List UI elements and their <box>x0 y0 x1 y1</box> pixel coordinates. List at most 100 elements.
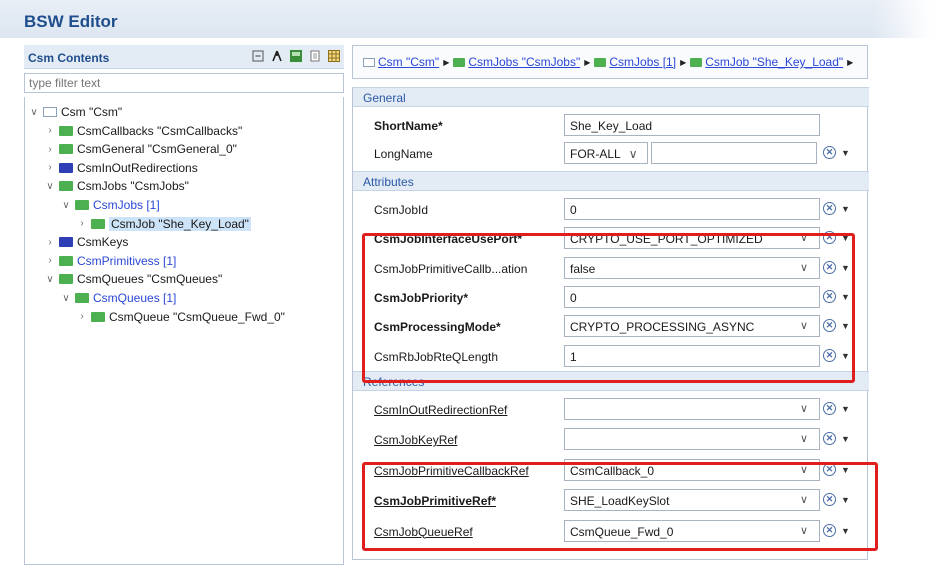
dropdown-arrow-icon[interactable]: ▼ <box>841 465 850 475</box>
reset-icon[interactable]: ✕ <box>823 462 836 476</box>
reset-icon[interactable]: ✕ <box>823 202 836 215</box>
reset-icon[interactable]: ✕ <box>823 402 836 415</box>
collapse-chevron-icon[interactable]: › <box>45 144 55 155</box>
value-select[interactable]: CRYPTO_PROCESSING_ASYNC <box>564 315 820 338</box>
reference-link[interactable]: CsmJobPrimitiveRef* <box>374 494 496 508</box>
reset-icon[interactable]: ✕ <box>823 289 836 303</box>
tree-item[interactable]: › CsmPrimitivess [1] <box>45 252 176 270</box>
collapse-chevron-icon[interactable]: › <box>45 125 55 136</box>
value-select[interactable]: CsmQueue_Fwd_0 <box>564 519 820 542</box>
filter-input[interactable] <box>24 73 344 93</box>
folder-icon <box>59 274 73 285</box>
value-field[interactable]: 0 <box>564 285 820 308</box>
collapse-chevron-icon[interactable]: › <box>45 237 55 248</box>
dropdown-arrow-icon[interactable]: ▼ <box>841 351 850 361</box>
reference-link[interactable]: CsmInOutRedirectionRef <box>374 403 507 417</box>
section-references-label: References <box>363 375 425 389</box>
breadcrumb: Csm "Csm" ▶ CsmJobs "CsmJobs" ▶ CsmJobs [1] ▶… <box>352 45 868 79</box>
reset-icon[interactable]: ✕ <box>823 493 836 507</box>
tree-item[interactable]: › CsmCallbacks "CsmCallbacks" <box>45 122 242 140</box>
tree-item[interactable]: ∨ CsmJobs "CsmJobs" <box>45 177 189 195</box>
folder-icon <box>59 144 73 155</box>
section-attributes[interactable]: Attributes <box>353 171 869 191</box>
chevron-down-icon[interactable]: ∨ <box>800 398 816 420</box>
reset-icon[interactable]: ✕ <box>823 523 836 537</box>
value-select[interactable]: CRYPTO_USE_PORT_OPTIMIZED <box>564 227 820 250</box>
reference-link[interactable]: CsmJobPrimitiveCallbackRef <box>374 464 529 478</box>
tree-item[interactable]: › CsmKeys <box>45 233 128 251</box>
tree-item[interactable]: › CsmJob "She_Key_Load" <box>77 215 251 233</box>
section-references[interactable]: References <box>353 371 869 391</box>
chevron-down-icon[interactable]: ∨ <box>800 315 816 337</box>
collapse-chevron-icon[interactable]: › <box>77 311 87 322</box>
section-general-label: General <box>363 91 406 105</box>
folder-icon <box>91 218 105 229</box>
expand-chevron-icon[interactable]: ∨ <box>45 274 55 285</box>
value-field[interactable]: 0 <box>564 198 820 220</box>
reset-icon[interactable]: ✕ <box>823 319 836 333</box>
tree-item[interactable]: ∨ Csm "Csm" <box>29 103 122 121</box>
reference-link[interactable]: CsmJobQueueRef <box>374 525 473 539</box>
collapse-all-icon[interactable] <box>252 50 264 62</box>
shortname-field[interactable]: She_Key_Load <box>564 114 820 136</box>
longname-language-select[interactable]: FOR-ALL ∨ <box>564 142 648 164</box>
breadcrumb-link[interactable]: CsmJob "She_Key_Load" <box>705 55 843 69</box>
reset-icon[interactable]: ✕ <box>823 260 836 274</box>
chevron-down-icon[interactable]: ∨ <box>800 227 816 249</box>
expand-chevron-icon[interactable]: ∨ <box>61 200 71 211</box>
breadcrumb-link[interactable]: CsmJobs "CsmJobs" <box>468 55 580 69</box>
expand-chevron-icon[interactable]: ∨ <box>61 293 71 304</box>
value-select[interactable] <box>564 398 820 420</box>
value-select[interactable] <box>564 428 820 451</box>
chevron-down-icon[interactable]: ∨ <box>800 489 816 511</box>
value-select[interactable]: CsmCallback_0 <box>564 458 820 481</box>
dropdown-arrow-icon[interactable]: ▼ <box>841 148 850 158</box>
table-view-icon[interactable] <box>328 50 340 62</box>
longname-language-value: FOR-ALL <box>570 147 621 161</box>
reset-icon[interactable]: ✕ <box>823 348 836 362</box>
dropdown-arrow-icon[interactable]: ▼ <box>841 321 850 331</box>
section-general[interactable]: General <box>353 87 869 107</box>
reference-link[interactable]: CsmJobKeyRef <box>374 433 457 447</box>
tree-item[interactable]: › CsmInOutRedirections <box>45 159 197 177</box>
reset-icon[interactable]: ✕ <box>823 146 836 159</box>
tree-item[interactable]: › CsmGeneral "CsmGeneral_0" <box>45 140 237 158</box>
breadcrumb-link[interactable]: Csm "Csm" <box>378 55 439 69</box>
vendor-params-icon[interactable] <box>290 50 302 62</box>
tree-item[interactable]: › CsmQueue "CsmQueue_Fwd_0" <box>77 308 285 326</box>
dropdown-arrow-icon[interactable]: ▼ <box>841 495 850 505</box>
chevron-down-icon[interactable]: ∨ <box>800 459 816 481</box>
collapse-chevron-icon[interactable]: › <box>77 218 87 229</box>
dropdown-arrow-icon[interactable]: ▼ <box>841 526 850 536</box>
folder-icon <box>75 293 89 303</box>
value-select[interactable]: SHE_LoadKeySlot <box>564 489 820 512</box>
document-icon[interactable] <box>309 50 321 62</box>
dropdown-arrow-icon[interactable]: ▼ <box>841 204 850 214</box>
hierarchy-icon[interactable] <box>271 50 283 62</box>
breadcrumb-link[interactable]: CsmJobs [1] <box>609 55 676 69</box>
tree-item[interactable]: ∨ CsmJobs [1] <box>61 196 159 214</box>
tree-item[interactable]: ∨ CsmQueues [1] <box>61 289 176 307</box>
expand-chevron-icon[interactable]: ∨ <box>29 107 39 118</box>
value-field[interactable]: 1 <box>564 344 820 367</box>
dropdown-arrow-icon[interactable]: ▼ <box>841 233 850 243</box>
dropdown-arrow-icon[interactable]: ▼ <box>841 404 850 414</box>
collapse-chevron-icon[interactable]: › <box>45 162 55 173</box>
row-longname: LongName FOR-ALL ∨ ✕ ▼ <box>353 139 869 167</box>
collapse-chevron-icon[interactable]: › <box>45 255 55 266</box>
dropdown-arrow-icon[interactable]: ▼ <box>841 292 850 302</box>
longname-field[interactable] <box>651 142 817 164</box>
expand-chevron-icon[interactable]: ∨ <box>45 181 55 192</box>
reset-icon[interactable]: ✕ <box>823 231 836 245</box>
reset-icon[interactable]: ✕ <box>823 432 836 446</box>
dropdown-arrow-icon[interactable]: ▼ <box>841 434 850 444</box>
dropdown-arrow-icon[interactable]: ▼ <box>841 263 850 273</box>
breadcrumb-separator-icon: ▶ <box>443 57 450 67</box>
value-select[interactable]: false <box>564 256 820 279</box>
chevron-down-icon[interactable]: ∨ <box>800 428 816 450</box>
form-row: CsmJobKeyRef ∨ ✕ ▼ <box>353 425 869 453</box>
chevron-down-icon[interactable]: ∨ <box>800 520 816 542</box>
tree-item[interactable]: ∨ CsmQueues "CsmQueues" <box>45 270 222 288</box>
folder-icon <box>453 57 466 67</box>
chevron-down-icon[interactable]: ∨ <box>800 257 816 279</box>
